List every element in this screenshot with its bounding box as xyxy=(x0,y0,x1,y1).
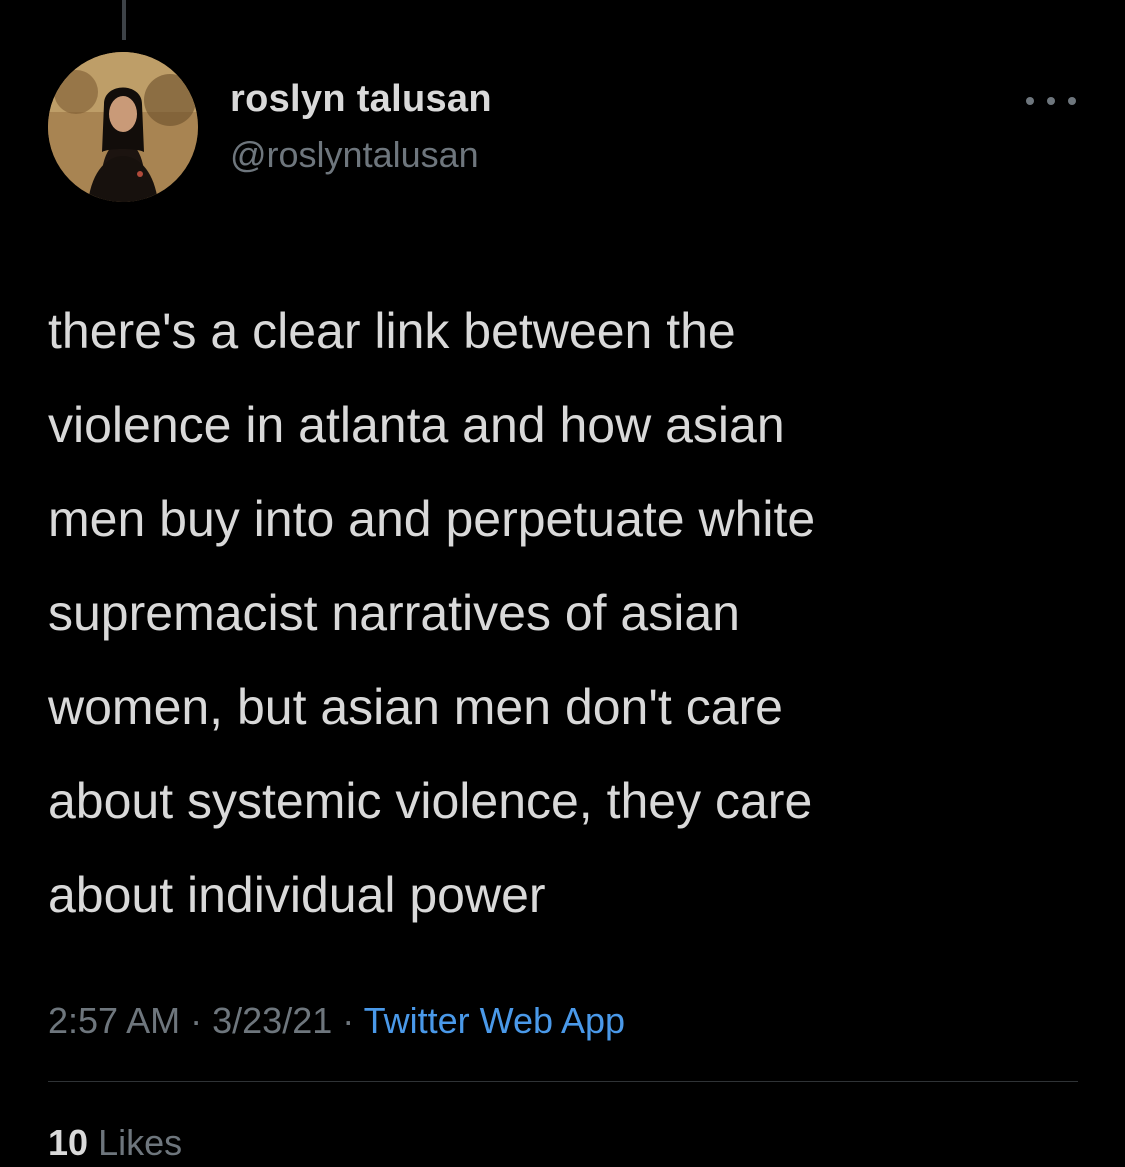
tweet-time[interactable]: 2:57 AM xyxy=(48,1000,180,1041)
user-handle[interactable]: @roslyntalusan xyxy=(230,134,479,176)
avatar[interactable] xyxy=(48,52,198,202)
tweet-date[interactable]: 3/23/21 xyxy=(212,1000,332,1041)
more-horizontal-icon xyxy=(1026,97,1034,105)
more-options-button[interactable] xyxy=(1026,86,1076,116)
avatar-photo xyxy=(48,52,198,202)
likes-count: 10 xyxy=(48,1122,89,1163)
tweet-metadata: 2:57 AM · 3/23/21 · Twitter Web App xyxy=(48,1000,625,1042)
likes-stat[interactable]: 10 Likes xyxy=(48,1122,182,1164)
more-horizontal-icon-dot xyxy=(1047,97,1055,105)
more-horizontal-icon-dot xyxy=(1068,97,1076,105)
tweet-text: there's a clear link between the violenc… xyxy=(48,303,816,923)
divider xyxy=(48,1081,1078,1082)
tweet-source-link[interactable]: Twitter Web App xyxy=(364,1000,625,1041)
thread-connector-line xyxy=(122,0,126,40)
display-name[interactable]: roslyn talusan xyxy=(230,78,492,121)
meta-separator: · xyxy=(342,1000,355,1041)
meta-separator: · xyxy=(190,1000,203,1041)
likes-label: Likes xyxy=(98,1122,183,1163)
